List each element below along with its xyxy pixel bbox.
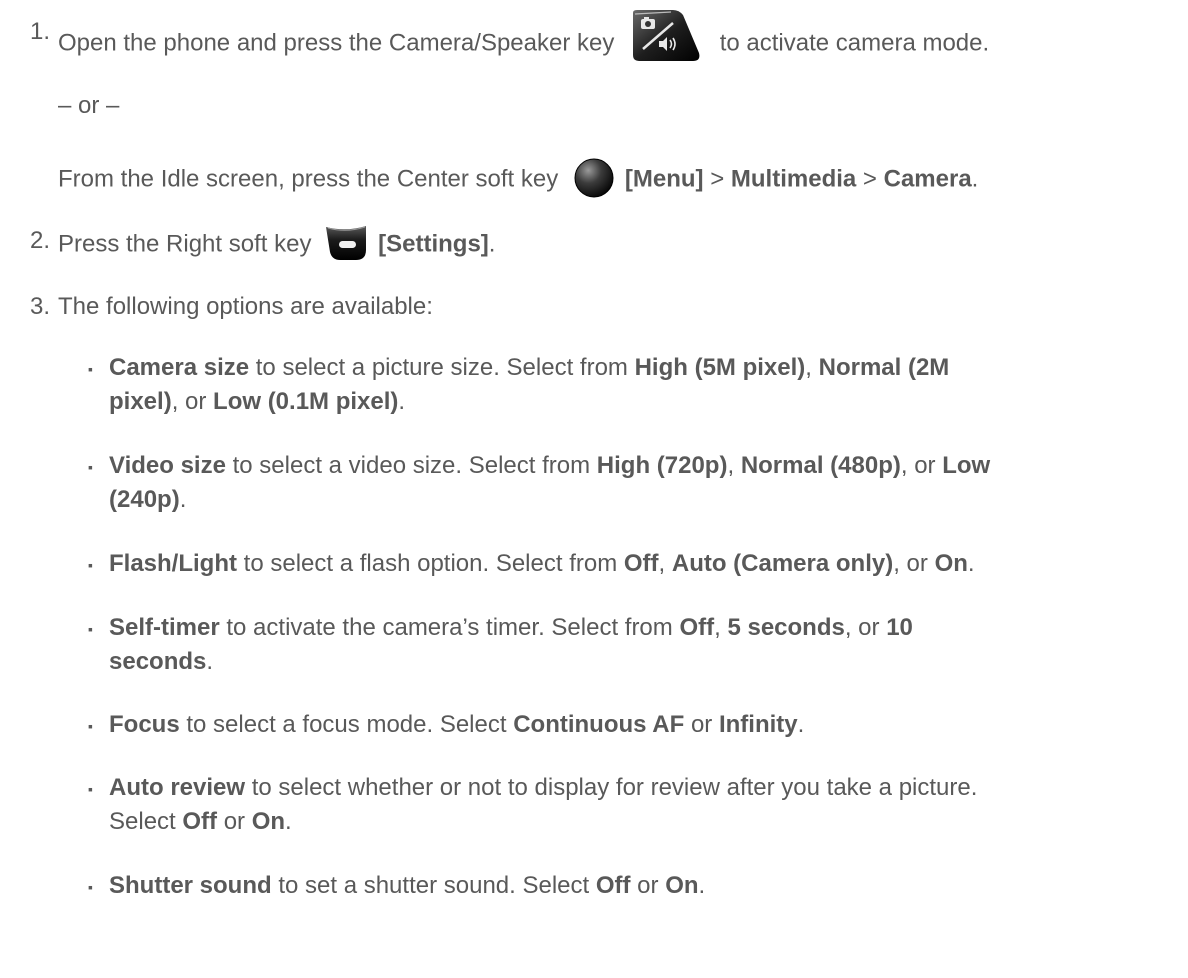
bullet: ▪ bbox=[88, 361, 93, 377]
option-desc: to select whether or not to display for … bbox=[245, 774, 978, 801]
option-value: Off bbox=[623, 550, 659, 577]
option-value: Low bbox=[942, 452, 991, 479]
option-value: On bbox=[665, 872, 699, 899]
period: . bbox=[698, 872, 706, 899]
period: . bbox=[971, 165, 979, 193]
separator: > bbox=[703, 165, 731, 193]
bullet: ▪ bbox=[88, 879, 93, 895]
option-desc: to activate the camera’s timer. Select f… bbox=[219, 614, 680, 641]
option-value: On bbox=[934, 550, 968, 577]
option-name: Focus bbox=[109, 711, 180, 738]
option-value: 5 seconds bbox=[727, 614, 845, 641]
option-focus: Focus to select a focus mode. Select Con… bbox=[109, 710, 804, 740]
option-value: On bbox=[251, 808, 286, 835]
period: . bbox=[285, 808, 292, 835]
option-name: Video size bbox=[109, 452, 226, 479]
separator: > bbox=[856, 165, 884, 193]
option-value: High (5M pixel) bbox=[634, 354, 806, 381]
option-value: Low (0.1M pixel) bbox=[213, 388, 399, 415]
step-1-alternative: From the Idle screen, press the Center s… bbox=[58, 157, 979, 201]
option-value: Off bbox=[679, 614, 715, 641]
alt-text: From the Idle screen, press the Center s… bbox=[58, 165, 559, 193]
option-desc: Select bbox=[109, 808, 183, 835]
option-value: Auto (Camera only) bbox=[671, 550, 894, 577]
step-number: 2. bbox=[29, 227, 50, 254]
option-desc: to select a video size. Select from bbox=[225, 452, 597, 479]
option-self-timer-cont: seconds. bbox=[109, 647, 213, 677]
option-desc: to set a shutter sound. Select bbox=[271, 872, 596, 899]
separator: , or bbox=[844, 614, 887, 641]
step-text: The following options are available: bbox=[58, 293, 433, 320]
option-name: Shutter sound bbox=[109, 872, 272, 899]
multimedia-label: Multimedia bbox=[730, 165, 857, 193]
step-2-text: Press the Right soft key bbox=[58, 230, 312, 258]
option-value: seconds bbox=[109, 648, 207, 675]
option-value: Off bbox=[182, 808, 218, 835]
camera-label: Camera bbox=[883, 165, 972, 193]
period: . bbox=[797, 711, 805, 738]
step-1-text: Open the phone and press the Camera/Spea… bbox=[58, 29, 615, 57]
option-video-size: Video size to select a video size. Selec… bbox=[109, 451, 990, 481]
option-name: Auto review bbox=[109, 774, 246, 801]
step-number: 1. bbox=[29, 18, 50, 45]
option-camera-size: Camera size to select a picture size. Se… bbox=[109, 353, 949, 383]
period: . bbox=[398, 388, 406, 415]
option-desc: to select a focus mode. Select bbox=[179, 711, 514, 738]
bullet: ▪ bbox=[88, 781, 93, 797]
separator: or bbox=[684, 711, 719, 738]
option-value: (240p) bbox=[109, 486, 180, 513]
separator: , bbox=[805, 354, 819, 381]
period: . bbox=[179, 486, 187, 513]
bullet: ▪ bbox=[88, 557, 93, 573]
right-soft-key-icon bbox=[324, 224, 368, 262]
separator: or bbox=[217, 808, 252, 835]
bullet: ▪ bbox=[88, 459, 93, 475]
bullet: ▪ bbox=[88, 718, 93, 734]
period: . bbox=[967, 550, 975, 577]
period: . bbox=[488, 230, 496, 258]
option-value: High (720p) bbox=[596, 452, 728, 479]
option-value: Continuous AF bbox=[513, 711, 685, 738]
option-name: Self-timer bbox=[109, 614, 220, 641]
separator: , bbox=[658, 550, 672, 577]
option-desc: to select a flash option. Select from bbox=[237, 550, 624, 577]
option-flash-light: Flash/Light to select a flash option. Se… bbox=[109, 549, 975, 579]
option-self-timer: Self-timer to activate the camera’s time… bbox=[109, 613, 913, 643]
option-desc: to select a picture size. Select from bbox=[249, 354, 635, 381]
or-text: – or – bbox=[58, 92, 120, 119]
option-camera-size-cont: pixel), or Low (0.1M pixel). bbox=[109, 387, 405, 417]
separator: , or bbox=[893, 550, 935, 577]
bullet: ▪ bbox=[88, 621, 93, 637]
option-name: Camera size bbox=[109, 354, 250, 381]
option-name: Flash/Light bbox=[109, 550, 237, 577]
option-value: 10 bbox=[886, 614, 913, 641]
step-1-text-after: to activate camera mode. bbox=[719, 29, 990, 57]
step-text: Press the Right soft key [Settings]. bbox=[58, 226, 495, 264]
separator: , bbox=[727, 452, 741, 479]
option-shutter-sound: Shutter sound to set a shutter sound. Se… bbox=[109, 871, 705, 901]
separator: or bbox=[630, 872, 666, 899]
option-auto-review: Auto review to select whether or not to … bbox=[109, 773, 977, 803]
option-auto-review-cont: Select Off or On. bbox=[109, 807, 292, 837]
option-video-size-cont: (240p). bbox=[109, 485, 186, 515]
option-value: Infinity bbox=[718, 711, 798, 738]
or-separator: – or – bbox=[58, 91, 119, 121]
option-value: Normal (480p) bbox=[740, 452, 901, 479]
center-soft-key-icon bbox=[573, 157, 615, 199]
option-value: Off bbox=[595, 872, 631, 899]
settings-label: [Settings] bbox=[378, 230, 489, 258]
option-value: Normal (2M bbox=[818, 354, 950, 381]
option-value: pixel) bbox=[109, 388, 172, 415]
step-number: 3. bbox=[29, 293, 50, 320]
camera-speaker-key-icon bbox=[629, 9, 701, 63]
separator: , or bbox=[171, 388, 214, 415]
menu-label: [Menu] bbox=[624, 165, 704, 193]
period: . bbox=[206, 648, 214, 675]
separator: , or bbox=[900, 452, 943, 479]
separator: , bbox=[714, 614, 728, 641]
step-text: Open the phone and press the Camera/Spea… bbox=[58, 10, 990, 71]
